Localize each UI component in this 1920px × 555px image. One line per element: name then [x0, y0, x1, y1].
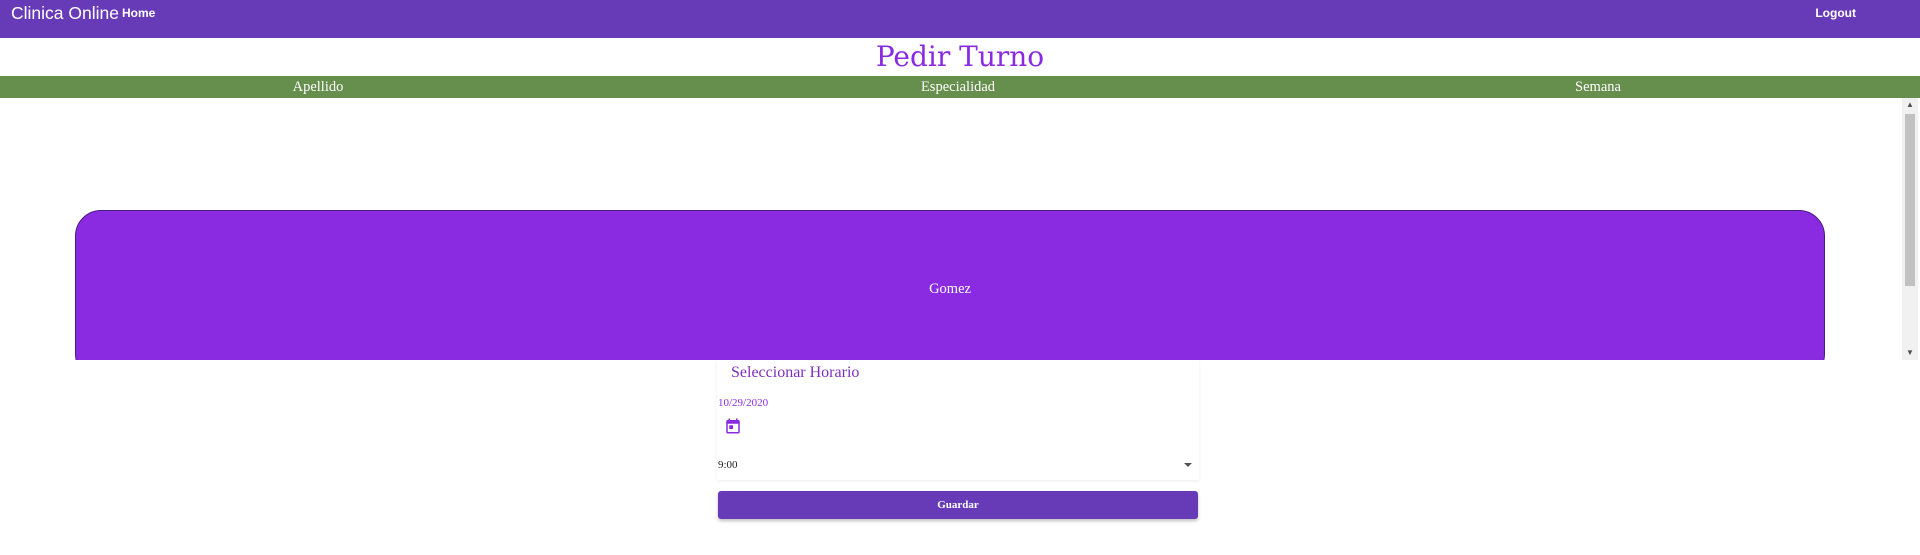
nav-home-link[interactable]: Home: [122, 6, 155, 20]
filter-semana[interactable]: Semana: [1575, 76, 1621, 98]
save-button[interactable]: Guardar: [718, 491, 1198, 519]
chevron-down-icon: [1184, 463, 1192, 467]
schedule-card: Seleccionar Horario 10/29/2020 9:00: [717, 360, 1199, 480]
filter-especialidad[interactable]: Especialidad: [921, 76, 995, 98]
app-brand[interactable]: Clinica Online: [11, 3, 119, 23]
doctor-card[interactable]: Gomez: [75, 210, 1825, 360]
doctor-apellido: Gomez: [929, 281, 971, 297]
form-title: Seleccionar Horario: [731, 364, 860, 381]
scroll-up-arrow-icon[interactable]: ▲: [1902, 98, 1918, 112]
scroll-down-arrow-icon[interactable]: ▼: [1902, 346, 1918, 360]
filter-header-band: Apellido Especialidad Semana: [0, 76, 1920, 98]
date-field[interactable]: 10/29/2020: [718, 397, 768, 410]
time-select-value: 9:00: [718, 459, 738, 471]
page-title: Pedir Turno: [875, 40, 1045, 73]
time-select[interactable]: 9:00: [718, 456, 1198, 474]
schedule-form: Seleccionar Horario 10/29/2020 9:00 Guar…: [717, 360, 1199, 520]
top-toolbar: Clinica Online Home Logout: [0, 0, 1920, 38]
results-scrollbar[interactable]: ▲ ▼: [1902, 98, 1918, 360]
calendar-icon[interactable]: [724, 417, 742, 435]
filter-apellido[interactable]: Apellido: [293, 76, 344, 98]
logout-link[interactable]: Logout: [1815, 6, 1856, 20]
results-list: Gomez: [0, 98, 1920, 360]
scroll-thumb[interactable]: [1905, 114, 1915, 286]
